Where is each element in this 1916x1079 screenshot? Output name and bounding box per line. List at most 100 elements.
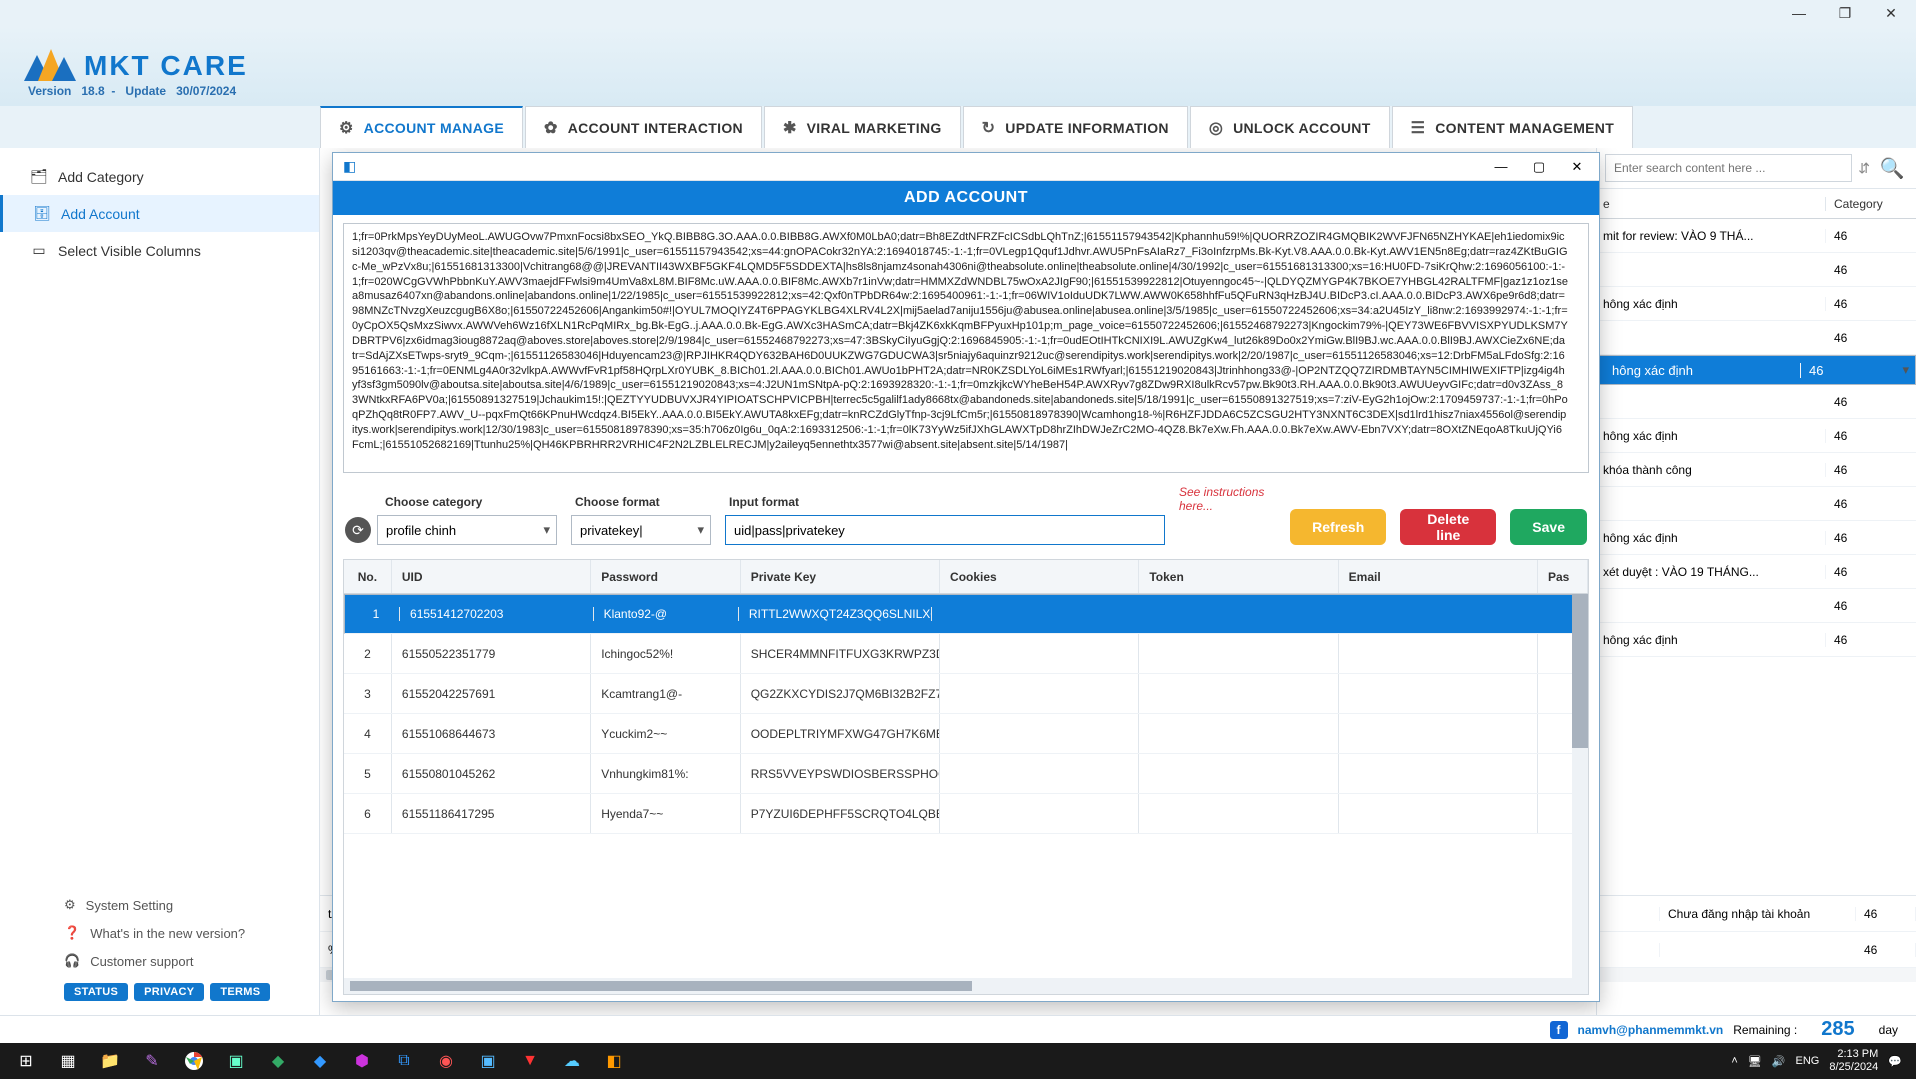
col-uid[interactable]: UID (392, 560, 591, 593)
app-icon-3[interactable]: ◆ (258, 1045, 298, 1077)
app-icon-9[interactable]: ☁ (552, 1045, 592, 1077)
choose-category-label: Choose category (345, 495, 557, 509)
badge-status[interactable]: STATUS (64, 983, 128, 1001)
sidebar-customer-support[interactable]: 🎧 Customer support (0, 947, 319, 975)
col-token[interactable]: Token (1139, 560, 1338, 593)
search-input[interactable] (1605, 154, 1852, 182)
table-row[interactable]: 46 (1597, 321, 1916, 355)
sidebar-whats-new[interactable]: ❓ What's in the new version? (0, 919, 319, 947)
table-row[interactable]: khóa thành công46 (1597, 453, 1916, 487)
table-row[interactable]: 46 (1597, 589, 1916, 623)
format-select[interactable]: privatekey| (571, 515, 711, 545)
app-icon-8[interactable]: ▼ (510, 1045, 550, 1077)
tab-account-manage[interactable]: ⚙ ACCOUNT MANAGE (320, 106, 523, 148)
delete-line-button[interactable]: Delete line (1400, 509, 1496, 545)
save-button[interactable]: Save (1510, 509, 1587, 545)
start-button[interactable]: ⊞ (6, 1045, 46, 1077)
badge-terms[interactable]: TERMS (210, 983, 270, 1001)
table-row[interactable]: hông xác định46 (1597, 355, 1916, 385)
col-password[interactable]: Password (591, 560, 741, 593)
instructions-link[interactable]: See instructions here... (1179, 485, 1270, 513)
table-row[interactable]: 1 61551412702203 Klanto92-@ RITTL2WWXQT2… (344, 594, 1588, 634)
cell-email (1339, 674, 1538, 713)
chrome-icon[interactable] (174, 1045, 214, 1077)
app-icon-5[interactable]: ⬢ (342, 1045, 382, 1077)
app-icon-1[interactable]: ✎ (132, 1045, 172, 1077)
input-format-label: Input format (725, 495, 1165, 509)
window-minimize[interactable]: — (1776, 0, 1822, 26)
sidebar-item-visible-columns[interactable]: ▭ Select Visible Columns (0, 232, 319, 269)
tab-update-information[interactable]: ↻ UPDATE INFORMATION (963, 106, 1188, 148)
app-icon-7[interactable]: ▣ (468, 1045, 508, 1077)
col-cookies[interactable]: Cookies (940, 560, 1139, 593)
table-row[interactable]: 6 61551186417295 Hyenda7~~ P7YZUI6DEPHFF… (344, 794, 1588, 834)
table-row[interactable]: xét duyệt : VÀO 19 THÁNG...46 (1597, 555, 1916, 589)
cell-password: Vnhungkim81%: (591, 754, 741, 793)
refresh-button[interactable]: Refresh (1290, 509, 1386, 545)
cell-category: 46 (1826, 229, 1916, 243)
col-private-key[interactable]: Private Key (741, 560, 940, 593)
table-row[interactable]: 5 61550801045262 Vnhungkim81%: RRS5VVEYP… (344, 754, 1588, 794)
tab-unlock-account[interactable]: ◎ UNLOCK ACCOUNT (1190, 106, 1390, 148)
dialog-minimize[interactable]: — (1483, 155, 1519, 179)
table-row[interactable]: 46 (1597, 487, 1916, 521)
dialog-hscrollbar[interactable] (344, 978, 1588, 994)
tray-volume-icon[interactable]: 🔊 (1772, 1055, 1786, 1068)
category-select[interactable]: profile chinh (377, 515, 557, 545)
table-row[interactable]: hông xác định46 (1597, 419, 1916, 453)
account-data-textarea[interactable]: 1;fr=0PrkMpsYeyDUyMeoL.AWUGOvw7PmxnFocsi… (343, 223, 1589, 473)
sidebar: 🗂 Add Category 🗄 Add Account ▭ Select Vi… (0, 148, 320, 1015)
dialog-maximize[interactable]: ▢ (1521, 155, 1557, 179)
table-row[interactable]: hông xác định46 (1597, 623, 1916, 657)
vscode-icon[interactable]: ⧉ (384, 1045, 424, 1077)
table-row[interactable]: 4 61551068644673 Ycuckim2~~ OODEPLTRIYMF… (344, 714, 1588, 754)
col-passmail[interactable]: Pas (1538, 560, 1588, 593)
input-format-field[interactable] (725, 515, 1165, 545)
window-maximize[interactable]: ❐ (1822, 0, 1868, 26)
tray-clock[interactable]: 2:13 PM 8/25/2024 (1829, 1048, 1878, 1074)
bg-table-right: ⇵ 🔍 e Category mit for review: VÀO 9 THÁ… (1596, 148, 1916, 1015)
table-row[interactable]: mit for review: VÀO 9 THÁ...46 (1597, 219, 1916, 253)
dialog-close[interactable]: ✕ (1559, 155, 1595, 179)
tray-display-icon[interactable]: 🖥 (1748, 1055, 1762, 1068)
content-area: 🗂 Add Category 🗄 Add Account ▭ Select Vi… (0, 148, 1916, 1015)
facebook-icon[interactable]: f (1550, 1021, 1568, 1039)
app-icon-6[interactable]: ◉ (426, 1045, 466, 1077)
sidebar-item-add-account[interactable]: 🗄 Add Account (0, 195, 319, 232)
table-row[interactable]: 3 61552042257691 Kcamtrang1@- QG2ZKXCYDI… (344, 674, 1588, 714)
tray-chevron-icon[interactable]: ˄ (1731, 1055, 1737, 1067)
sidebar-system-setting[interactable]: ⚙ System Setting (0, 891, 319, 919)
logo-icon (24, 47, 76, 86)
window-close[interactable]: ✕ (1868, 0, 1914, 26)
dialog-titlebar: ◧ — ▢ ✕ (333, 153, 1599, 181)
notifications-icon[interactable]: 💬 (1888, 1055, 1902, 1068)
bg-col-status[interactable]: e (1597, 197, 1826, 211)
task-view-icon[interactable]: ▦ (48, 1045, 88, 1077)
app-icon-10[interactable]: ◧ (594, 1045, 634, 1077)
search-icon[interactable]: 🔍 (1876, 154, 1908, 182)
tab-content-management[interactable]: ☰ CONTENT MANAGEMENT (1392, 106, 1634, 148)
filter-icon[interactable]: ⇵ (1858, 160, 1870, 177)
tab-viral-marketing[interactable]: ✱ VIRAL MARKETING (764, 106, 961, 148)
table-row[interactable]: 46 (1597, 385, 1916, 419)
cell-uid: 61551186417295 (392, 794, 591, 833)
tab-account-interaction[interactable]: ✿ ACCOUNT INTERACTION (525, 106, 762, 148)
badge-privacy[interactable]: PRIVACY (134, 983, 204, 1001)
col-no[interactable]: No. (344, 560, 392, 593)
cell-category: 46 (1801, 363, 1891, 378)
dialog-vscrollbar[interactable] (1572, 594, 1588, 978)
table-row[interactable]: hông xác định46 (1597, 287, 1916, 321)
refresh-categories-icon[interactable]: ⟳ (345, 517, 371, 543)
explorer-icon[interactable]: 📁 (90, 1045, 130, 1077)
sidebar-item-add-category[interactable]: 🗂 Add Category (0, 158, 319, 195)
bg-thead: e Category (1597, 189, 1916, 219)
app-icon-2[interactable]: ▣ (216, 1045, 256, 1077)
bg-col-category[interactable]: Category (1826, 197, 1916, 211)
col-email[interactable]: Email (1339, 560, 1538, 593)
tray-lang[interactable]: ENG (1796, 1055, 1820, 1067)
table-row[interactable]: 46 (1597, 253, 1916, 287)
footer-email[interactable]: namvh@phanmemmkt.vn (1578, 1023, 1724, 1037)
table-row[interactable]: hông xác định46 (1597, 521, 1916, 555)
app-icon-4[interactable]: ◆ (300, 1045, 340, 1077)
table-row[interactable]: 2 61550522351779 Ichingoc52%! SHCER4MMNF… (344, 634, 1588, 674)
